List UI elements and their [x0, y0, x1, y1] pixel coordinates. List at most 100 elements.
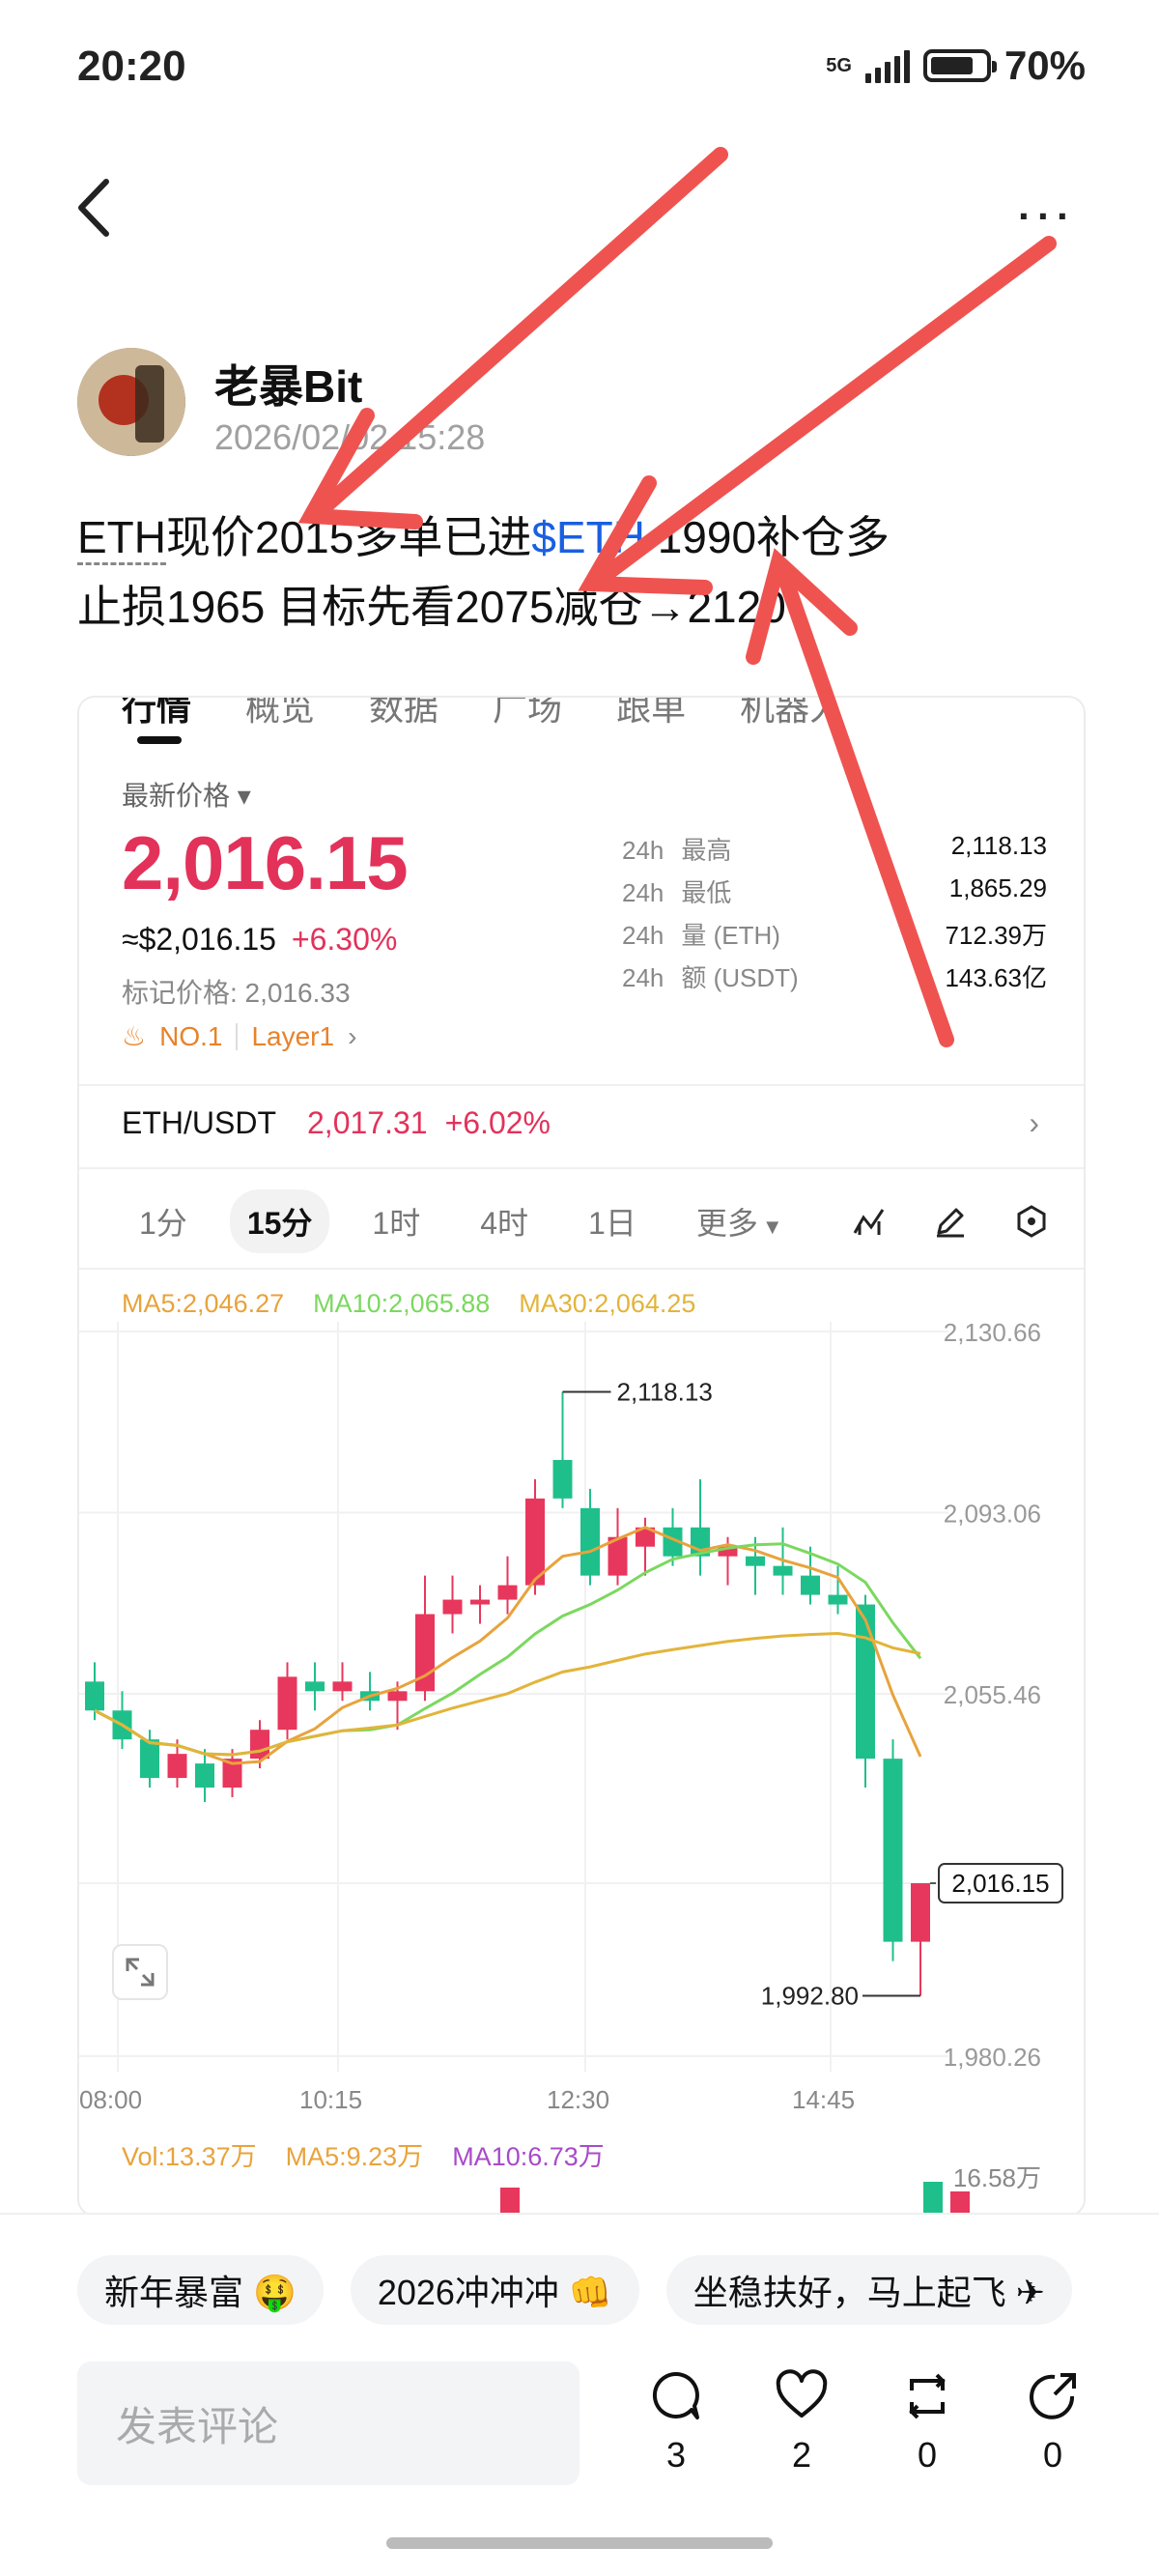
tf-4h[interactable]: 4时 [463, 1189, 546, 1253]
tab-square[interactable]: 广场 [493, 698, 562, 728]
pair-price: 2,017.31 [307, 1105, 428, 1140]
y-tick-label: 2,130.66 [944, 1318, 1041, 1347]
fullscreen-button[interactable] [112, 1944, 168, 2000]
low-label: 1,992.80 [761, 1981, 859, 2010]
latest-price-label[interactable]: 最新价格 ▾ [122, 775, 251, 814]
current-price-label: 2,016.15 [951, 1869, 1049, 1898]
tab-overview[interactable]: 概览 [245, 698, 315, 728]
tf-15m[interactable]: 15分 [229, 1189, 330, 1253]
market-card[interactable]: 行情 概览 数据 广场 跟单 机器人 最新价格 ▾ 2,016.15 ≈$2,0… [77, 696, 1086, 2217]
eth-hashtag[interactable]: $ETH [531, 512, 645, 562]
bottom-bar: 新年暴富 🤑 2026冲冲冲 👊 坐稳扶好，马上起飞 ✈ 发表评论 3 2 0 … [0, 2213, 1159, 2576]
candle [580, 1507, 600, 1576]
candle [497, 1585, 518, 1600]
stat-row: 24h 量 (ETH) 712.39万 [622, 921, 1047, 950]
x-tick-label: 12:30 [547, 2085, 609, 2114]
back-icon[interactable] [70, 174, 118, 242]
comment-count: 3 [665, 2435, 687, 2475]
rank-badge[interactable]: ♨ NO.1 Layer1 › [122, 1020, 356, 1052]
network-icon: 5G [826, 55, 852, 76]
avatar[interactable] [77, 348, 185, 456]
stat-row: 24h 最低 1,865.29 [622, 873, 1047, 907]
share-button[interactable]: 0 [1014, 2369, 1091, 2476]
divider [79, 1084, 1084, 1086]
comment-button[interactable]: 3 [637, 2369, 715, 2476]
candle [442, 1599, 463, 1615]
candle [305, 1681, 325, 1692]
like-count: 2 [791, 2435, 812, 2475]
timeframe-selector: 1分 15分 1时 4时 1日 更多 ▼ [122, 1188, 801, 1254]
flame-icon: ♨ [122, 1021, 147, 1051]
signal-icon [864, 48, 910, 83]
x-tick-label: 08:00 [79, 2085, 142, 2114]
card-tabs: 行情 概览 数据 广场 跟单 机器人 [79, 698, 1084, 732]
tf-1m[interactable]: 1分 [122, 1189, 205, 1253]
stat-row: 24h 额 (USDT) 143.63亿 [622, 963, 1047, 992]
candle [773, 1565, 793, 1576]
chevron-right-icon: › [1029, 1105, 1039, 1140]
status-indicators: 5G 70% [826, 43, 1086, 89]
last-price: 2,016.15 [122, 820, 409, 905]
heart-icon [776, 2369, 828, 2418]
author-name[interactable]: 老暴Bit [214, 352, 362, 415]
stats-panel: 24h 最高 2,118.13 24h 最低 1,865.29 24h 量 (ETH) 71… [622, 831, 1047, 1001]
usd-price: ≈$2,016.15 +6.30% [122, 922, 398, 957]
candle [140, 1739, 159, 1779]
active-tab-indicator [137, 736, 182, 744]
volume-legend: Vol:13.37万 MA5:9.23万 MA10:6.73万 [122, 2142, 605, 2171]
tab-market[interactable]: 行情 [122, 698, 191, 728]
status-time: 20:20 [77, 43, 186, 90]
y-tick-label: 1,980.26 [944, 2043, 1041, 2072]
candlestick-chart[interactable]: 2,130.66 2,093.06 2,055.46 1,980.26 08:00 10:… [79, 1283, 1084, 2114]
arrow-annotation [311, 147, 728, 520]
chip-reply[interactable]: 坐稳扶好，马上起飞 ✈ [665, 2255, 1072, 2325]
post-timestamp: 2026/02/02 15:28 [214, 417, 486, 457]
draw-icon[interactable] [933, 1204, 968, 1239]
chip-reply[interactable]: 新年暴富 🤑 [77, 2255, 324, 2325]
candle [167, 1754, 187, 1779]
tf-1d[interactable]: 1日 [571, 1189, 654, 1253]
quick-reply-chips: 新年暴富 🤑 2026冲冲冲 👊 坐稳扶好，马上起飞 ✈ [77, 2255, 1072, 2325]
expand-icon [126, 1958, 155, 1987]
x-tick-label: 10:15 [299, 2085, 362, 2114]
battery-icon [922, 49, 997, 82]
candle [250, 1730, 269, 1760]
candle [387, 1691, 408, 1702]
volume-bar [923, 2182, 943, 2215]
candle [85, 1681, 104, 1711]
tab-data[interactable]: 数据 [369, 698, 438, 728]
like-button[interactable]: 2 [763, 2369, 840, 2476]
more-options-icon[interactable]: ··· [1018, 193, 1076, 240]
tab-bot[interactable]: 机器人 [740, 698, 844, 728]
comment-input[interactable]: 发表评论 [77, 2361, 580, 2485]
pair-name: ETH/USDT [122, 1105, 276, 1140]
divider [79, 1167, 1084, 1169]
post-content: ETH现价2015多单已进$ETH 1990补仓多 止损1965 目标先看207… [77, 512, 890, 632]
candle [911, 1883, 930, 1942]
chart-tools [852, 1204, 1049, 1239]
stat-row: 24h 最高 2,118.13 [622, 831, 1047, 865]
volume-bars [500, 2182, 970, 2215]
candle [856, 1604, 875, 1760]
repost-icon [909, 2373, 946, 2419]
share-icon [1030, 2373, 1076, 2419]
tf-more[interactable]: 更多 ▼ [679, 1189, 801, 1253]
candle [552, 1459, 573, 1499]
pair-row[interactable]: ETH/USDT 2,017.31 +6.02% › [122, 1105, 1049, 1141]
y-tick-label: 2,055.46 [944, 1680, 1041, 1709]
repost-button[interactable]: 0 [889, 2369, 966, 2476]
tab-copytrade[interactable]: 跟单 [616, 698, 686, 728]
tf-1h[interactable]: 1时 [354, 1189, 438, 1253]
chip-reply[interactable]: 2026冲冲冲 👊 [350, 2255, 639, 2325]
eth-link[interactable]: ETH [77, 512, 166, 565]
candle [470, 1599, 490, 1605]
share-count: 0 [1042, 2435, 1063, 2475]
y-tick-label: 2,093.06 [944, 1500, 1041, 1529]
candle [277, 1676, 297, 1731]
home-indicator [386, 2537, 773, 2549]
indicator-icon[interactable] [852, 1204, 887, 1239]
price-change: +6.30% [291, 922, 398, 957]
comment-icon [652, 2371, 699, 2419]
mark-price: 标记价格: 2,016.33 [122, 978, 351, 1008]
settings-icon[interactable] [1014, 1204, 1049, 1239]
